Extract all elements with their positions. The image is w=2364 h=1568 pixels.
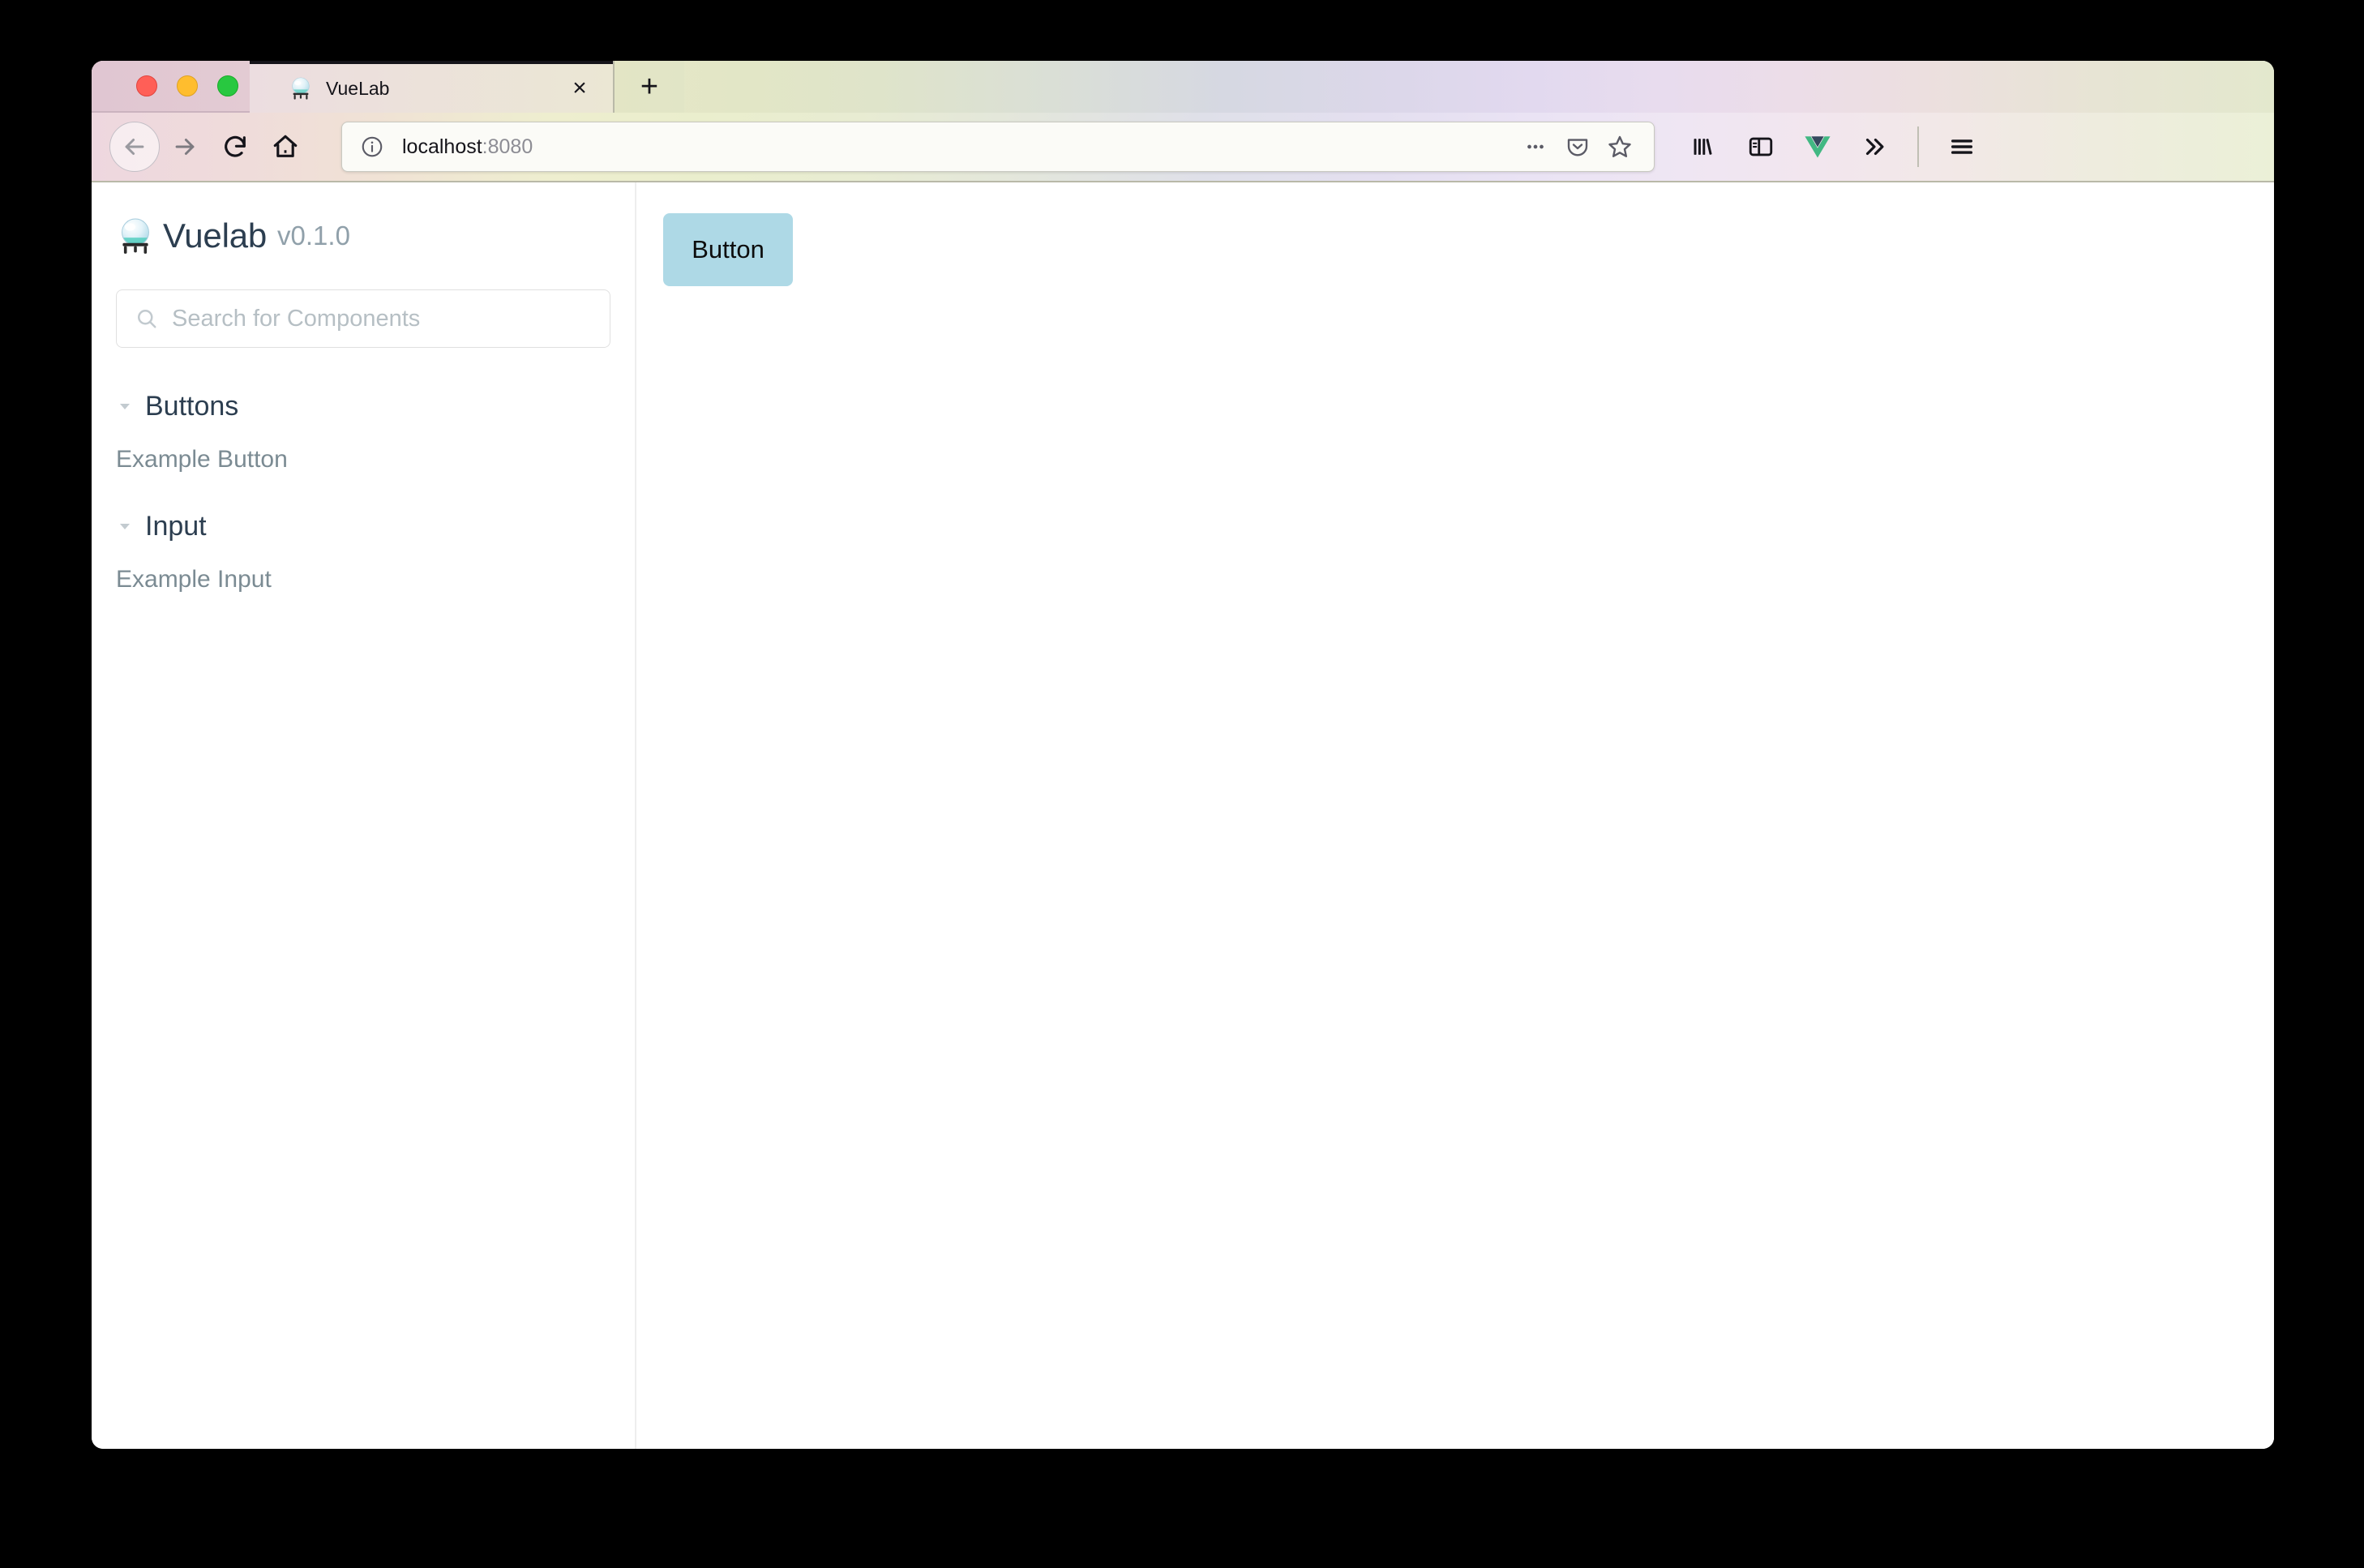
chevron-down-icon[interactable] (116, 517, 134, 535)
url-host: localhost (402, 135, 482, 158)
reload-icon[interactable] (210, 122, 260, 172)
page-actions-icon[interactable] (1514, 126, 1557, 168)
home-icon[interactable] (260, 122, 310, 172)
chevron-down-icon[interactable] (116, 397, 134, 415)
forward-arrow-icon[interactable] (160, 122, 210, 172)
tree-group-input: Input Example Input (92, 505, 635, 601)
window-minimize-button[interactable] (177, 75, 198, 96)
toolbar-right-group (1679, 122, 1987, 172)
chevron-double-right-icon[interactable] (1849, 122, 1899, 172)
new-tab-button[interactable]: + (613, 61, 684, 113)
tree-group-header-input[interactable]: Input (92, 505, 635, 547)
window-traffic-lights (92, 61, 250, 113)
search-icon (135, 306, 159, 331)
sidebar-item-example-button[interactable]: Example Button (92, 439, 635, 481)
crystal-ball-icon (289, 76, 313, 101)
library-icon[interactable] (1679, 122, 1729, 172)
star-icon[interactable] (1599, 126, 1641, 168)
component-sidebar: Vuelab v0.1.0 Search for Components Butt… (92, 182, 636, 1449)
tab-strip-empty-area (684, 61, 2274, 113)
url-bar[interactable]: localhost:8080 (341, 122, 1655, 172)
search-wrapper (116, 289, 610, 348)
window-close-button[interactable] (136, 75, 157, 96)
pocket-icon[interactable] (1557, 126, 1599, 168)
search-input[interactable] (172, 305, 592, 332)
url-port: :8080 (482, 135, 533, 158)
tree-item-label: Example Button (116, 446, 288, 473)
search-box[interactable] (116, 289, 610, 348)
page-content: Vuelab v0.1.0 Search for Components Butt… (92, 182, 2274, 1449)
info-circle-icon[interactable] (360, 135, 384, 159)
component-preview-pane: Button (636, 182, 2274, 1449)
brand-header: Vuelab v0.1.0 (92, 213, 635, 259)
window-maximize-button[interactable] (217, 75, 238, 96)
component-nav-tree: Buttons Example Button Input Example Inp… (92, 385, 635, 601)
example-button[interactable]: Button (663, 213, 793, 286)
tree-group-label: Buttons (145, 390, 239, 422)
page-title: Vuelab (163, 216, 268, 255)
version-label: v0.1.0 (277, 221, 350, 251)
tree-group-header-buttons[interactable]: Buttons (92, 385, 635, 427)
url-text: localhost:8080 (402, 135, 1514, 159)
tab-strip: VueLab × + (92, 61, 2274, 113)
vue-logo-icon[interactable] (1792, 122, 1843, 172)
tree-item-label: Example Input (116, 566, 272, 593)
browser-tab-vuelab[interactable]: VueLab × (250, 61, 613, 113)
close-icon[interactable]: × (558, 66, 602, 110)
toolbar-divider (1917, 126, 1919, 167)
navigation-toolbar: localhost:8080 (92, 113, 2274, 182)
sidebar-item-example-input[interactable]: Example Input (92, 559, 635, 601)
hamburger-menu-icon[interactable] (1937, 122, 1987, 172)
tab-title: VueLab (326, 77, 390, 99)
tree-group-label: Input (145, 510, 207, 542)
crystal-ball-icon (116, 216, 155, 255)
back-arrow-icon[interactable] (109, 122, 160, 172)
sidebar-icon[interactable] (1736, 122, 1786, 172)
tree-group-buttons: Buttons Example Button (92, 385, 635, 481)
browser-window: VueLab × + localhost:8080 Vuelab v0.1.0 … (92, 61, 2274, 1449)
